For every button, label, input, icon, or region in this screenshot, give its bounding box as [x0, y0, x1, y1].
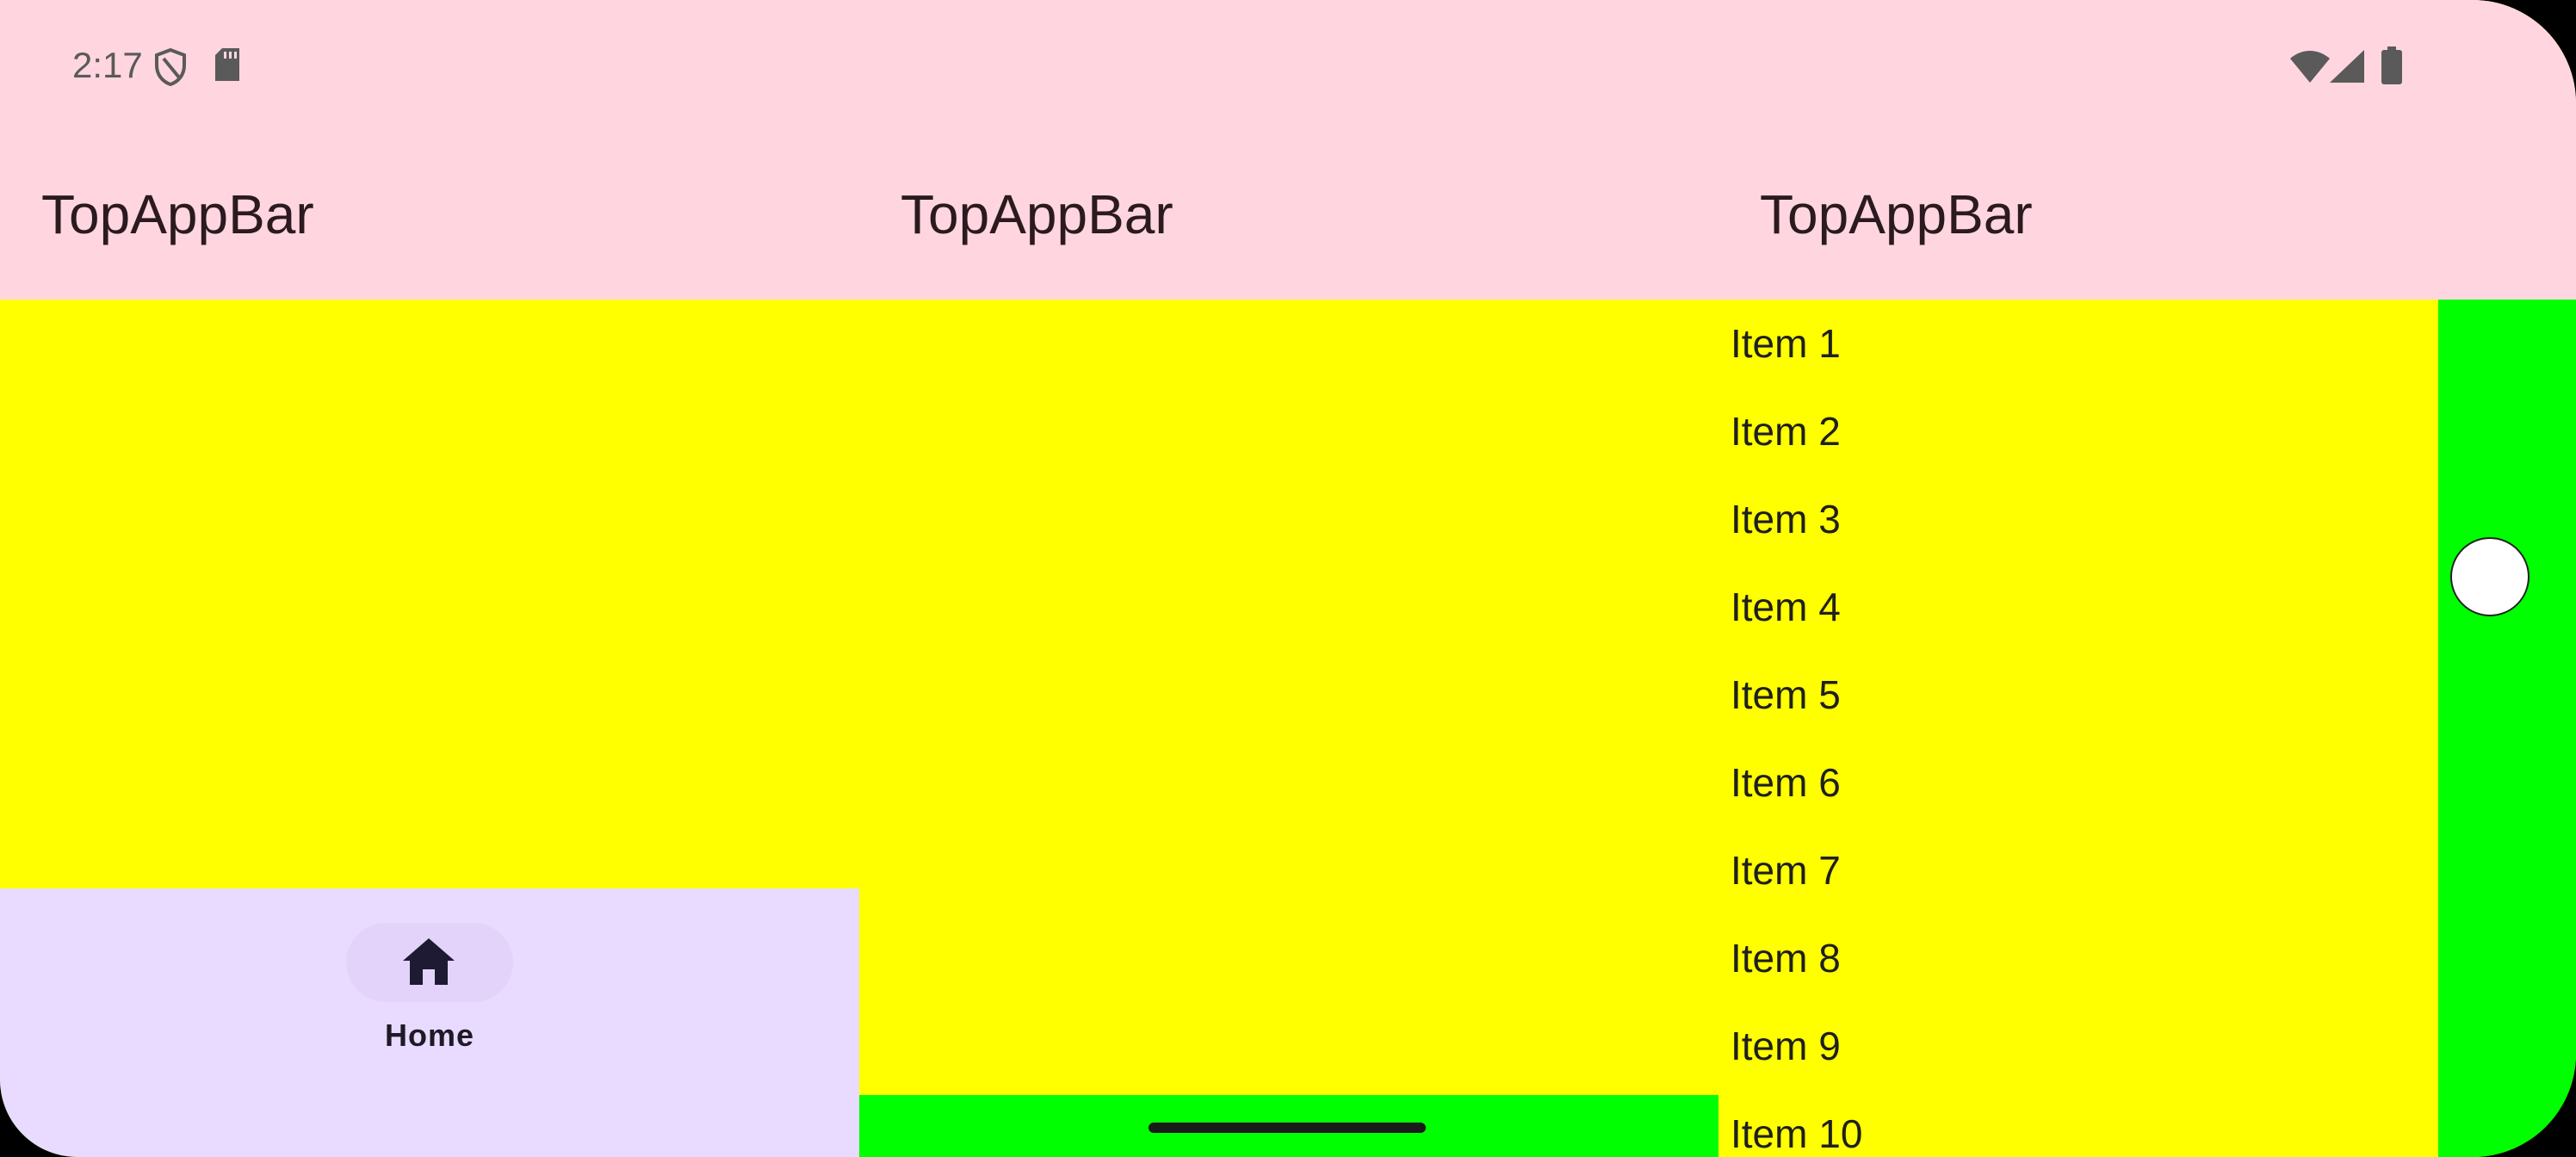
- list-item[interactable]: Item 6: [1718, 739, 2438, 826]
- list-item[interactable]: Item 2: [1718, 387, 2438, 475]
- pane-2-title: TopAppBar: [901, 183, 1173, 245]
- list-item[interactable]: Item 5: [1718, 651, 2438, 739]
- side-pane-strip: [2438, 300, 2576, 1157]
- list-item[interactable]: Item 9: [1718, 1002, 2438, 1090]
- wifi-icon: [2290, 50, 2330, 87]
- home-icon: [401, 937, 456, 991]
- list-item[interactable]: Item 3: [1718, 475, 2438, 563]
- status-time: 2:17: [72, 45, 143, 85]
- pane-3-title: TopAppBar: [1760, 183, 2033, 245]
- pane-1-title: TopAppBar: [41, 183, 314, 245]
- top-app-bar-region: 2:17 TopAppBar TopAppBar TopAppBar: [0, 0, 2576, 300]
- bottom-navigation-bar: Home: [0, 888, 859, 1157]
- list-item[interactable]: Item 4: [1718, 563, 2438, 651]
- list-item[interactable]: Item 1: [1718, 300, 2438, 387]
- pane-1-content: [0, 300, 859, 888]
- sd-card-icon: [214, 48, 241, 87]
- list-item[interactable]: Item 8: [1718, 914, 2438, 1002]
- pane-2-content: [859, 300, 1718, 1095]
- item-list: Item 1 Item 2 Item 3 Item 4 Item 5 Item …: [1718, 300, 2438, 1157]
- list-item[interactable]: Item 10: [1718, 1090, 2438, 1157]
- cellular-signal-icon: [2330, 50, 2364, 87]
- pane-drag-handle[interactable]: [2450, 537, 2530, 616]
- nav-item-label: Home: [384, 1018, 475, 1053]
- shield-icon: [153, 47, 188, 90]
- gesture-handle[interactable]: [1149, 1123, 1426, 1133]
- list-item[interactable]: Item 7: [1718, 826, 2438, 914]
- gesture-navigation-area: [859, 1095, 1718, 1157]
- device-screen: 2:17 TopAppBar TopAppBar TopAppBar Home …: [0, 0, 2576, 1157]
- battery-icon: [2381, 46, 2402, 89]
- nav-item-indicator: [346, 923, 513, 1002]
